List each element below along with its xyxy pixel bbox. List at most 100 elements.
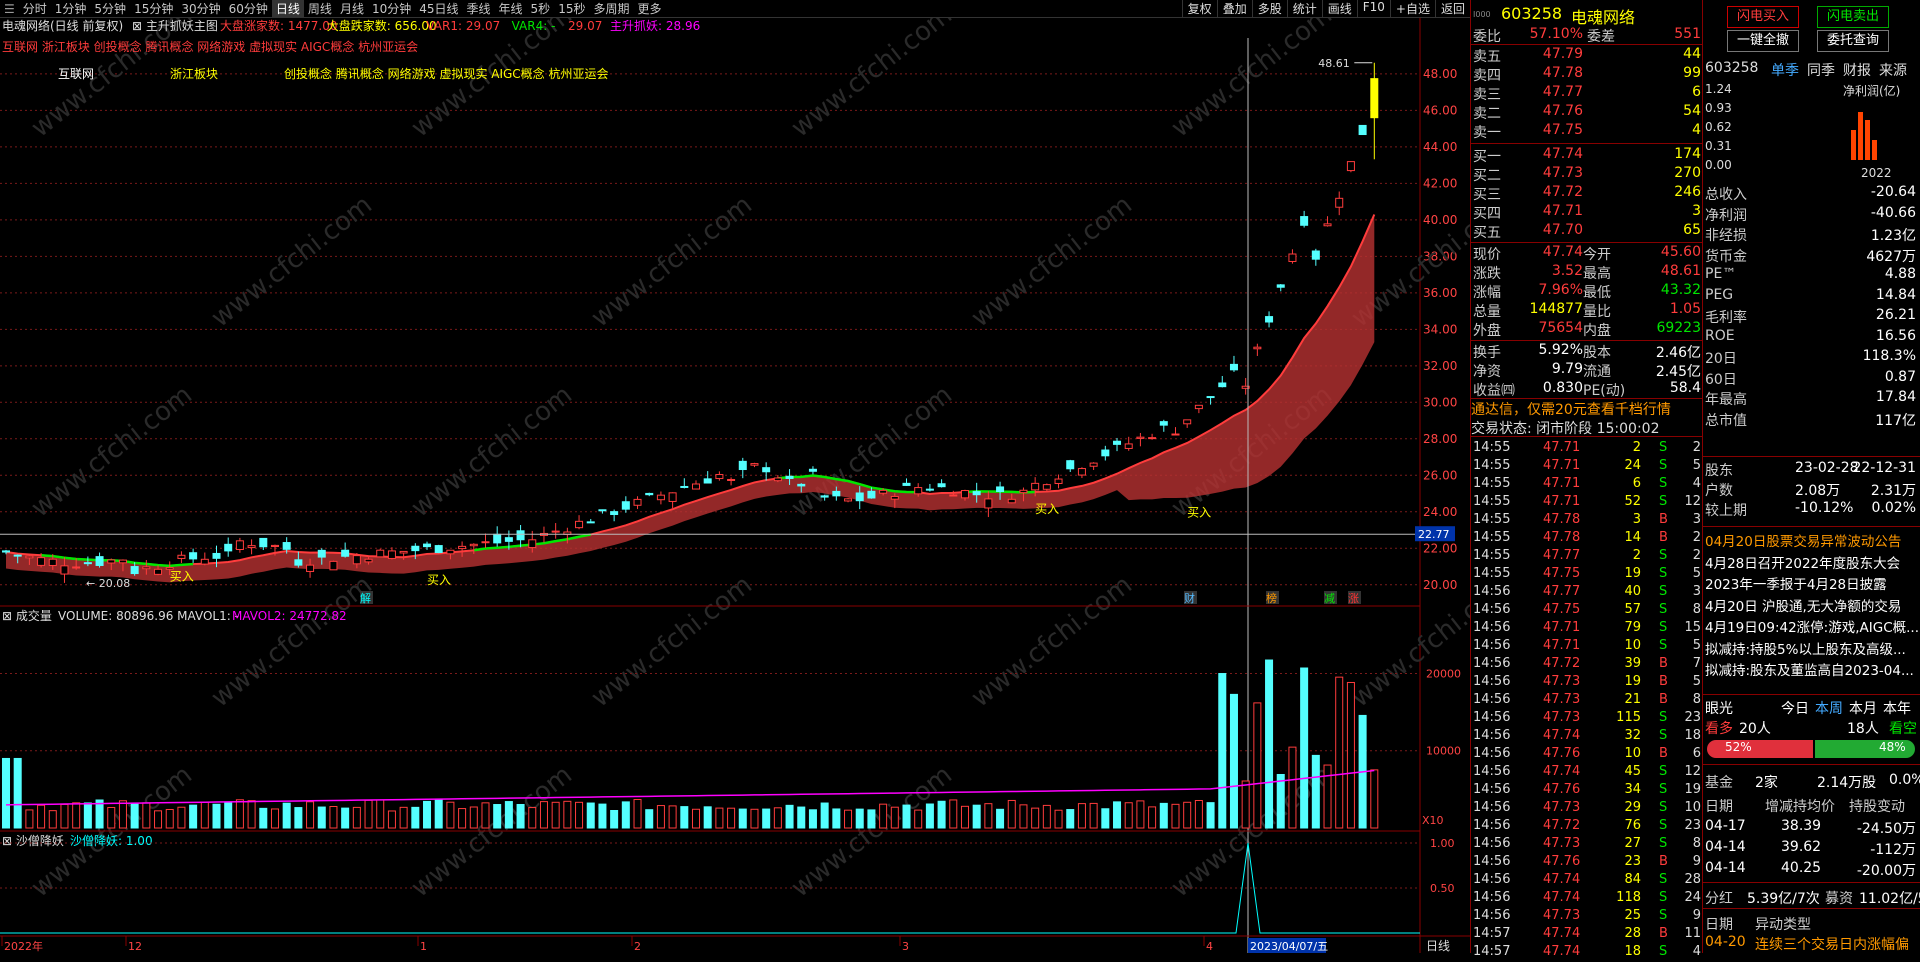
sentiment-tab-1[interactable]: 本周 (1815, 698, 1843, 718)
volume-bar (25, 809, 34, 829)
tool-button-4[interactable]: 画线 (1321, 0, 1357, 17)
cancel-all-button[interactable]: 一键全撤 (1727, 30, 1799, 52)
volume-bar (1183, 801, 1192, 829)
tick-volume: 79 (1624, 620, 1641, 635)
candle-body (960, 490, 969, 499)
holder-label: 较上期 (1705, 503, 1747, 519)
tick-volume: 25 (1624, 908, 1641, 923)
candle-body (1253, 346, 1262, 350)
volume-bar (1077, 803, 1086, 829)
fin-tab-3[interactable]: 来源 (1879, 60, 1907, 80)
candle-body (1136, 436, 1145, 439)
tick-price: 47.74 (1543, 872, 1581, 887)
period-tab-15[interactable]: 多周期 (589, 0, 633, 17)
tick-row: 14:56 47.74 32 S 18 (1471, 728, 1703, 746)
tick-price: 47.76 (1543, 854, 1581, 869)
news-item[interactable]: 4月28日召开2022年度股东大会 (1705, 552, 1919, 572)
period-tab-2[interactable]: 5分钟 (90, 0, 130, 17)
volume-bar (13, 757, 22, 829)
reduce-change: -20.00万 (1856, 863, 1916, 879)
fin-value: 117亿 (1875, 412, 1916, 429)
news-item[interactable]: 2023年一季报于4月28日披露 (1705, 573, 1919, 593)
tool-button-2[interactable]: 多股 (1251, 0, 1287, 17)
period-tab-14[interactable]: 15秒 (554, 0, 589, 17)
tick-volume: 19 (1624, 566, 1641, 581)
tick-volume: 18 (1624, 944, 1641, 959)
volume-bar (165, 808, 174, 829)
volume-bar (1054, 809, 1063, 829)
period-tab-6[interactable]: 日线 (271, 0, 304, 17)
order-query-button[interactable]: 委托查询 (1817, 30, 1889, 52)
tick-volume: 21 (1624, 692, 1641, 707)
tick-time: 14:55 (1473, 530, 1511, 545)
sentiment-tab-2[interactable]: 本月 (1849, 698, 1877, 718)
tick-count: 10 (1684, 800, 1701, 815)
tick-count: 5 (1692, 458, 1701, 473)
fin-tab-1[interactable]: 同季 (1807, 60, 1835, 80)
volume-bar (668, 805, 677, 829)
period-tab-3[interactable]: 15分钟 (130, 0, 177, 17)
candle-body (282, 542, 291, 550)
tick-time: 14:55 (1473, 548, 1511, 563)
tool-button-5[interactable]: F10 (1356, 0, 1390, 17)
candle-body (1031, 482, 1040, 491)
indicator-value: 29.07 (568, 19, 602, 33)
period-tab-13[interactable]: 5秒 (527, 0, 555, 17)
period-tab-1[interactable]: 1分钟 (51, 0, 91, 17)
chart-title: 电魂网络(日线 前复权) (2, 18, 123, 33)
candle-body (423, 543, 432, 548)
candle-body (1066, 460, 1075, 470)
period-tab-5[interactable]: 60分钟 (225, 0, 272, 17)
stat-label: 量比 (1583, 304, 1611, 320)
row-price: 47.79 (1542, 46, 1583, 62)
sentiment-tab-3[interactable]: 本年 (1883, 698, 1911, 718)
flash-buy-button[interactable]: 闪电买入 (1727, 6, 1799, 28)
tick-side: S (1659, 638, 1668, 653)
stat-value: 45.60 (1660, 244, 1701, 260)
x-label: 4 (1206, 940, 1213, 953)
news-item[interactable]: 04月20日股票交易异常波动公告 (1705, 530, 1919, 550)
period-tab-8[interactable]: 月线 (336, 0, 368, 17)
fin-tab-2[interactable]: 财报 (1843, 60, 1871, 80)
volume-bar (118, 800, 127, 829)
wecha-label: 委差 (1587, 29, 1615, 45)
tick-time: 14:57 (1473, 944, 1511, 959)
tick-row: 14:56 47.74 118 S 24 (1471, 890, 1703, 908)
stat-value: 48.61 (1660, 263, 1701, 279)
period-tab-7[interactable]: 周线 (304, 0, 336, 17)
period-tab-16[interactable]: 更多 (633, 0, 665, 17)
tool-button-6[interactable]: +自选 (1389, 0, 1435, 17)
tool-button-3[interactable]: 统计 (1286, 0, 1322, 17)
promo-banner[interactable]: 通达信，仅需20元查看千档行情 (1471, 398, 1703, 418)
kline-chart-svg[interactable]: 48.0046.0044.0042.0040.0038.0036.0034.00… (0, 0, 1518, 953)
period-tab-0[interactable]: 分时 (19, 0, 51, 17)
tick-time: 14:56 (1473, 764, 1511, 779)
bull-pct: 52% (1725, 740, 1752, 754)
row-label: 卖四 (1473, 68, 1501, 84)
menu-icon[interactable]: ☰ (0, 2, 19, 16)
news-item[interactable]: 拟减持:股东及董监高自2023-04... (1705, 659, 1919, 679)
period-tab-12[interactable]: 年线 (495, 0, 527, 17)
volume-bar (130, 802, 139, 829)
period-tab-4[interactable]: 30分钟 (177, 0, 224, 17)
tick-volume: 52 (1624, 494, 1641, 509)
fin-code: 603258 (1705, 60, 1759, 76)
tick-time: 14:56 (1473, 908, 1511, 923)
news-item[interactable]: 4月20日 沪股通,无大净额的交易 (1705, 595, 1919, 615)
news-item[interactable]: 4月19日09:42涨停:游戏,AIGC概... (1705, 616, 1919, 636)
tool-button-0[interactable]: 复权 (1181, 0, 1217, 17)
tool-button-1[interactable]: 叠加 (1216, 0, 1252, 17)
flash-sell-button[interactable]: 闪电卖出 (1817, 6, 1889, 28)
tool-button-7[interactable]: 返回 (1434, 0, 1470, 17)
profit-bar (1865, 120, 1870, 160)
reduce-header: 持股变动 (1849, 799, 1905, 815)
kline-chart-area[interactable]: 48.00 46.00 44.00 42.00 40.00 38.00 36.00 34.00… (0, 0, 1518, 953)
fin-tab-0[interactable]: 单季 (1771, 60, 1799, 80)
period-tab-9[interactable]: 10分钟 (368, 0, 415, 17)
period-tab-10[interactable]: 45日线 (415, 0, 462, 17)
sentiment-tab-0[interactable]: 今日 (1781, 698, 1809, 718)
period-tab-11[interactable]: 季线 (463, 0, 495, 17)
candle-body (1323, 223, 1332, 227)
news-item[interactable]: 拟减持:持股5%以上股东及高级... (1705, 638, 1919, 658)
holder-label: 户数 (1705, 483, 1733, 499)
